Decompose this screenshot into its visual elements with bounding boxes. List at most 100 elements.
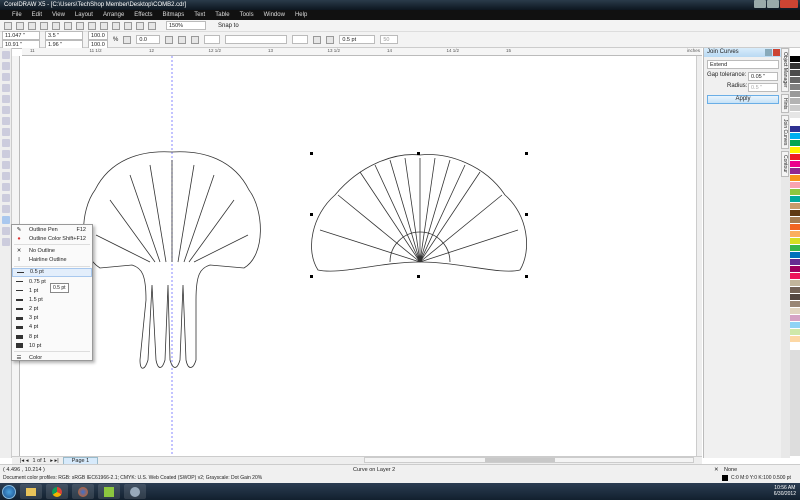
color-swatch[interactable] xyxy=(790,245,800,252)
redo-icon[interactable] xyxy=(100,21,108,30)
apply-button[interactable]: Apply xyxy=(707,95,779,104)
menu-effects[interactable]: Effects xyxy=(134,12,152,18)
color-swatch[interactable] xyxy=(790,91,800,98)
wrap-text-icon[interactable] xyxy=(326,35,335,44)
drawing-canvas[interactable] xyxy=(22,56,698,456)
print-icon[interactable] xyxy=(40,21,48,30)
color-swatch[interactable] xyxy=(790,273,800,280)
explorer-icon[interactable] xyxy=(20,484,42,499)
parallel-dimension-tool-icon[interactable] xyxy=(2,172,10,180)
menu-item-width[interactable]: 8 pt xyxy=(12,332,92,341)
color-swatch[interactable] xyxy=(790,189,800,196)
color-swatch[interactable] xyxy=(790,84,800,91)
fill-tool-icon[interactable] xyxy=(2,227,10,235)
scroll-thumb[interactable] xyxy=(485,458,555,462)
color-swatch[interactable] xyxy=(790,301,800,308)
snap-to-button[interactable]: Snap to xyxy=(218,23,239,29)
color-swatch[interactable] xyxy=(790,133,800,140)
color-swatch[interactable] xyxy=(790,203,800,210)
scale-x-field[interactable]: 100.0 xyxy=(88,30,108,40)
color-swatch[interactable] xyxy=(790,259,800,266)
color-swatch[interactable] xyxy=(790,196,800,203)
menu-item-outline-pen[interactable]: ✎ Outline Pen F12 xyxy=(12,225,92,234)
export-icon[interactable] xyxy=(124,21,132,30)
menu-edit[interactable]: Edit xyxy=(32,12,42,18)
menu-bitmaps[interactable]: Bitmaps xyxy=(163,12,185,18)
color-swatch[interactable] xyxy=(790,231,800,238)
join-mode-select[interactable]: Extend xyxy=(707,60,779,69)
connector-tool-icon[interactable] xyxy=(2,183,10,191)
color-swatch[interactable] xyxy=(790,112,800,119)
docker-close-button[interactable] xyxy=(773,49,780,56)
color-swatch[interactable] xyxy=(790,147,800,154)
menu-layout[interactable]: Layout xyxy=(75,12,93,18)
shape-tool-icon[interactable] xyxy=(2,62,10,70)
auto-close-icon[interactable] xyxy=(191,35,200,44)
reverse-icon[interactable] xyxy=(313,35,322,44)
paste-icon[interactable] xyxy=(76,21,84,30)
smart-fill-tool-icon[interactable] xyxy=(2,106,10,114)
menu-tools[interactable]: Tools xyxy=(240,12,254,18)
firefox-icon[interactable] xyxy=(72,484,94,499)
app-icon[interactable] xyxy=(124,484,146,499)
color-palette[interactable] xyxy=(790,56,800,456)
curve-smoothing-field[interactable]: 50 xyxy=(380,35,399,44)
menu-item-no-outline[interactable]: ✕ No Outline xyxy=(12,246,92,255)
horizontal-scrollbar[interactable] xyxy=(364,457,694,463)
outline-tool-icon[interactable] xyxy=(2,216,10,224)
mirror-h-icon[interactable] xyxy=(165,35,174,44)
comb-shape-left[interactable] xyxy=(83,151,261,369)
color-swatch[interactable] xyxy=(790,105,800,112)
clock[interactable]: 10:56 AM 6/30/2012 xyxy=(774,485,796,497)
color-swatch[interactable] xyxy=(790,182,800,189)
maximize-button[interactable] xyxy=(767,0,779,8)
color-swatch[interactable] xyxy=(790,252,800,259)
lock-ratio-icon[interactable] xyxy=(123,35,132,44)
interactive-fill-tool-icon[interactable] xyxy=(2,238,10,246)
menu-item-hairline-outline[interactable]: I Hairline Outline xyxy=(12,256,92,265)
gap-tolerance-field[interactable]: 0.05 " xyxy=(748,72,778,81)
menu-item-width[interactable]: 4 pt xyxy=(12,323,92,332)
rotation-field[interactable]: 0.0 xyxy=(136,35,161,44)
coreldraw-icon[interactable] xyxy=(98,484,120,499)
color-swatch[interactable] xyxy=(790,119,800,126)
color-swatch[interactable] xyxy=(790,154,800,161)
mirror-v-icon[interactable] xyxy=(178,35,187,44)
color-swatch[interactable] xyxy=(790,161,800,168)
color-swatch[interactable] xyxy=(790,70,800,77)
menu-arrange[interactable]: Arrange xyxy=(103,12,124,18)
color-swatch[interactable] xyxy=(790,126,800,133)
freehand-tool-icon[interactable] xyxy=(2,95,10,103)
color-swatch[interactable] xyxy=(790,77,800,84)
start-button[interactable] xyxy=(2,484,16,499)
fan-shape-right[interactable] xyxy=(311,154,527,272)
color-swatch[interactable] xyxy=(790,63,800,70)
docker-tab-hints[interactable]: Hints xyxy=(781,93,789,113)
menu-item-width[interactable]: 0.5 pt xyxy=(12,267,92,277)
pick-tool-icon[interactable] xyxy=(2,51,10,59)
import-icon[interactable] xyxy=(112,21,120,30)
outline-width-select[interactable]: 0.5 pt xyxy=(339,35,376,44)
color-swatch[interactable] xyxy=(790,336,800,343)
menu-item-width[interactable]: 10 pt xyxy=(12,341,92,350)
new-icon[interactable] xyxy=(4,21,12,30)
minimize-button[interactable] xyxy=(754,0,766,8)
color-swatch[interactable] xyxy=(790,140,800,147)
color-swatch[interactable] xyxy=(790,343,800,350)
end-arrow-select[interactable] xyxy=(292,35,309,44)
vertical-scrollbar[interactable] xyxy=(696,56,702,456)
zoom-tool-icon[interactable] xyxy=(2,84,10,92)
close-button[interactable] xyxy=(780,0,798,8)
zoom-select[interactable]: 150% xyxy=(166,21,206,30)
color-swatch[interactable] xyxy=(790,266,800,273)
color-swatch[interactable] xyxy=(790,175,800,182)
color-swatch[interactable] xyxy=(790,217,800,224)
color-swatch[interactable] xyxy=(790,315,800,322)
next-page-button[interactable]: ▸ ▸| xyxy=(50,458,58,464)
color-swatch[interactable] xyxy=(790,287,800,294)
menu-window[interactable]: Window xyxy=(264,12,285,18)
color-swatch[interactable] xyxy=(790,168,800,175)
ellipse-tool-icon[interactable] xyxy=(2,128,10,136)
eyedropper-tool-icon[interactable] xyxy=(2,205,10,213)
color-swatch[interactable] xyxy=(790,56,800,63)
